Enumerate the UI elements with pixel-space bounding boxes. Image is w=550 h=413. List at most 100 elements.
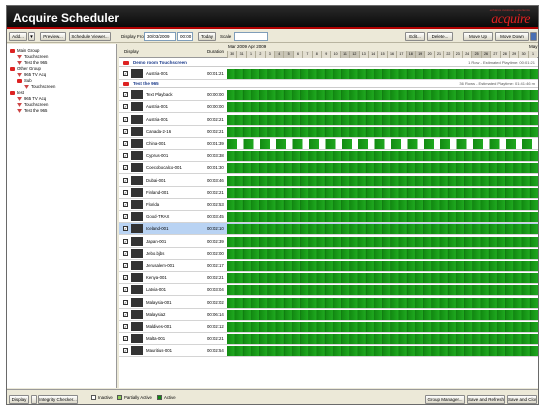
schedule-row[interactable]: ✓ Iceland-001 00:02:10 [119, 223, 538, 236]
schedule-row[interactable]: ✓ Dubai-001 00:03:46 [119, 175, 538, 187]
schedule-row[interactable]: ✓ China-001 00:01:39 [119, 138, 538, 150]
row-schedule-bar[interactable] [227, 297, 538, 308]
group-manager-button[interactable]: Group Manager... [425, 395, 465, 404]
row-checkbox[interactable]: ✓ [123, 348, 128, 354]
schedule-row[interactable]: ✓ Austria-001 00:01:21 [119, 68, 538, 80]
screen-icon[interactable] [530, 32, 537, 41]
schedule-row[interactable]: ✓ Coecobocalco-001 00:01:30 [119, 162, 538, 175]
display-tab-arrow[interactable] [31, 395, 37, 404]
schedule-row[interactable]: ✓ Maldives-001 00:02:12 [119, 321, 538, 333]
row-schedule-bar[interactable] [227, 175, 538, 186]
date-cell: 25 [471, 51, 481, 58]
row-schedule-bar[interactable] [227, 69, 538, 79]
schedule-row[interactable]: ✓ Florida 00:02:53 [119, 199, 538, 211]
display-from-time-input[interactable]: 00:00 [177, 32, 193, 41]
tree-node[interactable]: Test the 965 [17, 108, 47, 114]
row-checkbox[interactable]: ✓ [123, 324, 128, 329]
row-schedule-bar[interactable] [227, 90, 538, 101]
row-checkbox[interactable]: ✓ [123, 226, 128, 232]
row-thumbnail [131, 200, 143, 209]
row-schedule-bar[interactable] [227, 200, 538, 210]
scale-label: Scale [220, 34, 232, 39]
schedule-group-row[interactable]: Test the 965 36 Rows - Estimated Playtime… [119, 80, 538, 89]
row-checkbox[interactable]: ✓ [123, 71, 128, 76]
row-schedule-bar[interactable] [227, 102, 538, 113]
row-checkbox[interactable]: ✓ [123, 250, 128, 256]
display-tab[interactable]: Display [9, 395, 29, 404]
row-checkbox[interactable]: ✓ [123, 263, 128, 268]
row-schedule-bar[interactable] [227, 273, 538, 284]
scale-select[interactable] [234, 32, 268, 41]
row-thumbnail [131, 187, 143, 197]
add-dropdown-button[interactable]: ▼ [28, 32, 35, 41]
row-schedule-bar[interactable] [227, 126, 538, 137]
row-checkbox[interactable]: ✓ [123, 165, 128, 171]
row-checkbox[interactable]: ✓ [123, 202, 128, 207]
schedule-row[interactable]: ✓ Japan-001 00:02:39 [119, 236, 538, 248]
row-schedule-bar[interactable] [227, 187, 538, 198]
row-schedule-bar[interactable] [227, 261, 538, 271]
row-checkbox[interactable]: ✓ [123, 299, 128, 305]
row-checkbox[interactable]: ✓ [123, 92, 128, 98]
schedule-row[interactable]: ✓ Good-TRAX 00:03:45 [119, 211, 538, 224]
schedule-row[interactable]: ✓ Malaysia2 00:06:14 [119, 309, 538, 321]
schedule-row[interactable]: ✓ Cyprus-001 00:03:38 [119, 150, 538, 163]
schedule-row[interactable]: ✓ Text Playback 00:00:00 [119, 89, 538, 102]
display-from-date-input[interactable]: 30/03/2009 [144, 32, 176, 41]
save-and-refresh-button[interactable]: Save and Refresh [467, 395, 505, 404]
schedule-viewer-button[interactable]: Schedule Viewer... [69, 32, 111, 41]
row-duration: 00:02:53 [207, 202, 224, 207]
row-schedule-bar[interactable] [227, 346, 538, 357]
row-schedule-bar[interactable] [227, 334, 538, 345]
row-schedule-bar[interactable] [227, 285, 538, 296]
delete-button[interactable]: Delete... [427, 32, 453, 41]
schedule-row[interactable]: ✓ Mauritius-001 00:02:54 [119, 345, 538, 358]
schedule-row[interactable]: ✓ Latvia-001 00:03:04 [119, 284, 538, 297]
row-schedule-bar[interactable] [227, 151, 538, 162]
row-checkbox[interactable]: ✓ [123, 104, 128, 110]
row-schedule-bar[interactable] [227, 224, 538, 235]
row-checkbox[interactable]: ✓ [123, 287, 128, 293]
row-schedule-bar[interactable] [227, 212, 538, 223]
row-checkbox[interactable]: ✓ [123, 189, 128, 195]
preview-button[interactable]: Preview... [40, 32, 66, 41]
row-duration: 00:02:21 [207, 128, 224, 134]
integrity-checker-button[interactable]: Integrity Checker... [38, 395, 78, 404]
schedule-row[interactable]: ✓ Malta-001 00:02:21 [119, 333, 538, 346]
row-display-name: Malaysia-001 [146, 299, 172, 305]
row-schedule-bar[interactable] [227, 236, 538, 247]
display-icon [17, 72, 22, 77]
row-checkbox[interactable]: ✓ [123, 214, 128, 220]
row-checkbox[interactable]: ✓ [123, 141, 128, 146]
add-button[interactable]: Add... [9, 32, 27, 41]
schedule-row[interactable]: ✓ Kenya-001 00:02:21 [119, 272, 538, 285]
row-schedule-bar[interactable] [227, 114, 538, 125]
schedule-row[interactable]: ✓ Austria-001 00:02:21 [119, 114, 538, 126]
schedule-row[interactable]: ✓ Malaysia-001 00:02:02 [119, 297, 538, 309]
schedule-row[interactable]: ✓ Canada-2-16 00:02:21 [119, 126, 538, 138]
row-schedule-bar[interactable] [227, 309, 538, 320]
move-up-button[interactable]: Move Up [463, 32, 493, 41]
row-schedule-bar[interactable] [227, 248, 538, 259]
today-button[interactable]: Today [198, 32, 216, 41]
move-down-button[interactable]: Move Down [495, 32, 529, 41]
schedule-row[interactable]: ✓ Jebo.bjbs 00:02:00 [119, 248, 538, 260]
schedule-group-row[interactable]: Demo room Touchscreen 1 Row - Estimated P… [119, 59, 538, 67]
row-checkbox[interactable]: ✓ [123, 153, 128, 159]
tree-node[interactable]: Touchscreen [24, 84, 55, 90]
row-schedule-bar[interactable] [227, 163, 538, 174]
save-and-close-button[interactable]: Save and Close [507, 395, 537, 404]
schedule-row[interactable]: ✓ Austria-001 00:00:00 [119, 101, 538, 114]
row-checkbox[interactable]: ✓ [123, 116, 128, 122]
row-checkbox[interactable]: ✓ [123, 311, 128, 317]
row-checkbox[interactable]: ✓ [123, 336, 128, 342]
row-checkbox[interactable]: ✓ [123, 275, 128, 281]
row-checkbox[interactable]: ✓ [123, 238, 128, 244]
edit-button[interactable]: Edit... [405, 32, 425, 41]
row-checkbox[interactable]: ✓ [123, 177, 128, 183]
row-schedule-bar[interactable] [227, 139, 538, 149]
row-schedule-bar[interactable] [227, 322, 538, 332]
row-checkbox[interactable]: ✓ [123, 128, 128, 134]
schedule-row[interactable]: ✓ Jerusalem-001 00:02:17 [119, 260, 538, 272]
schedule-row[interactable]: ✓ Finland-001 00:02:21 [119, 187, 538, 199]
